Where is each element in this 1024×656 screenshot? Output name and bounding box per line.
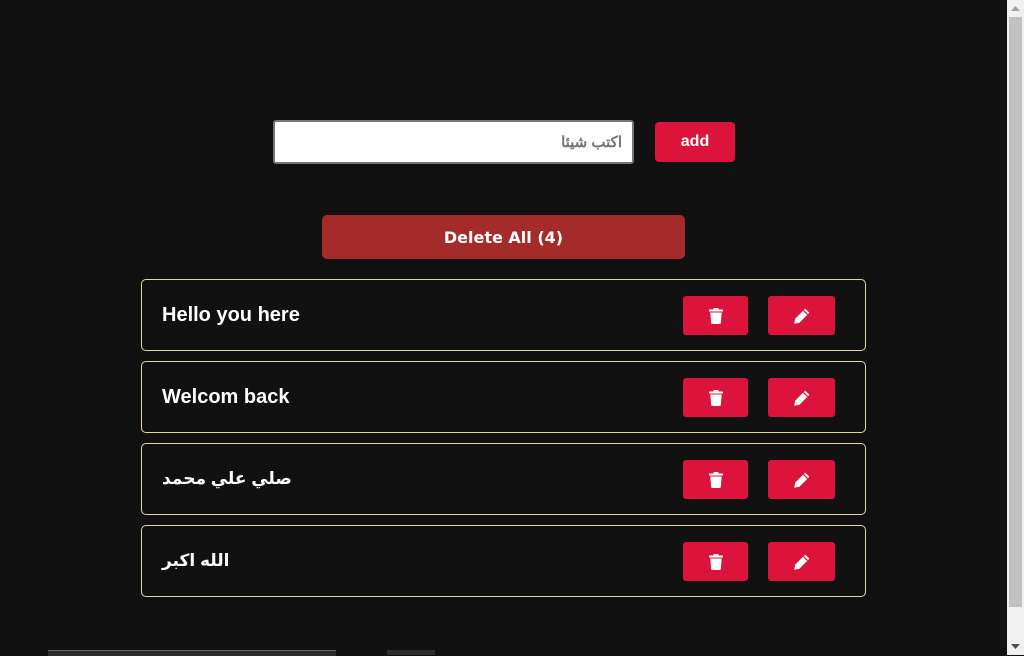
delete-task-button[interactable]: [683, 296, 748, 335]
scroll-up-arrow-icon[interactable]: [1007, 0, 1024, 17]
trash-icon: [708, 471, 723, 488]
delete-task-button[interactable]: [683, 542, 748, 581]
pencil-icon: [793, 308, 809, 324]
pencil-icon: [793, 554, 809, 570]
todo-app: add Delete All4 Hello you here Welcom ba…: [0, 0, 1007, 656]
task-text: Hello you here: [162, 304, 300, 326]
delete-task-button[interactable]: [683, 460, 748, 499]
vertical-scrollbar[interactable]: [1007, 0, 1024, 655]
pencil-icon: [793, 472, 809, 488]
task-item: صلي علي محمد: [141, 443, 866, 515]
trash-icon: [708, 553, 723, 570]
task-count: 4: [532, 228, 563, 247]
edit-task-button[interactable]: [768, 296, 835, 335]
task-item: الله اكبر: [141, 525, 866, 597]
task-item: Welcom back: [141, 361, 866, 433]
edit-task-button[interactable]: [768, 460, 835, 499]
task-text: Welcom back: [162, 386, 290, 408]
offscreen-element: [48, 650, 336, 656]
task-text: صلي علي محمد: [162, 469, 292, 488]
scroll-down-arrow-icon[interactable]: [1007, 638, 1024, 655]
trash-icon: [708, 389, 723, 406]
task-text: الله اكبر: [162, 551, 230, 570]
edit-task-button[interactable]: [768, 378, 835, 417]
pencil-icon: [793, 390, 809, 406]
scrollbar-thumb[interactable]: [1009, 17, 1022, 607]
add-button[interactable]: add: [655, 122, 735, 162]
offscreen-element: [387, 650, 435, 655]
delete-all-button[interactable]: Delete All4: [322, 215, 685, 259]
edit-task-button[interactable]: [768, 542, 835, 581]
trash-icon: [708, 307, 723, 324]
delete-task-button[interactable]: [683, 378, 748, 417]
delete-all-label: Delete All: [443, 227, 532, 247]
task-input[interactable]: [273, 120, 634, 164]
task-item: Hello you here: [141, 279, 866, 351]
